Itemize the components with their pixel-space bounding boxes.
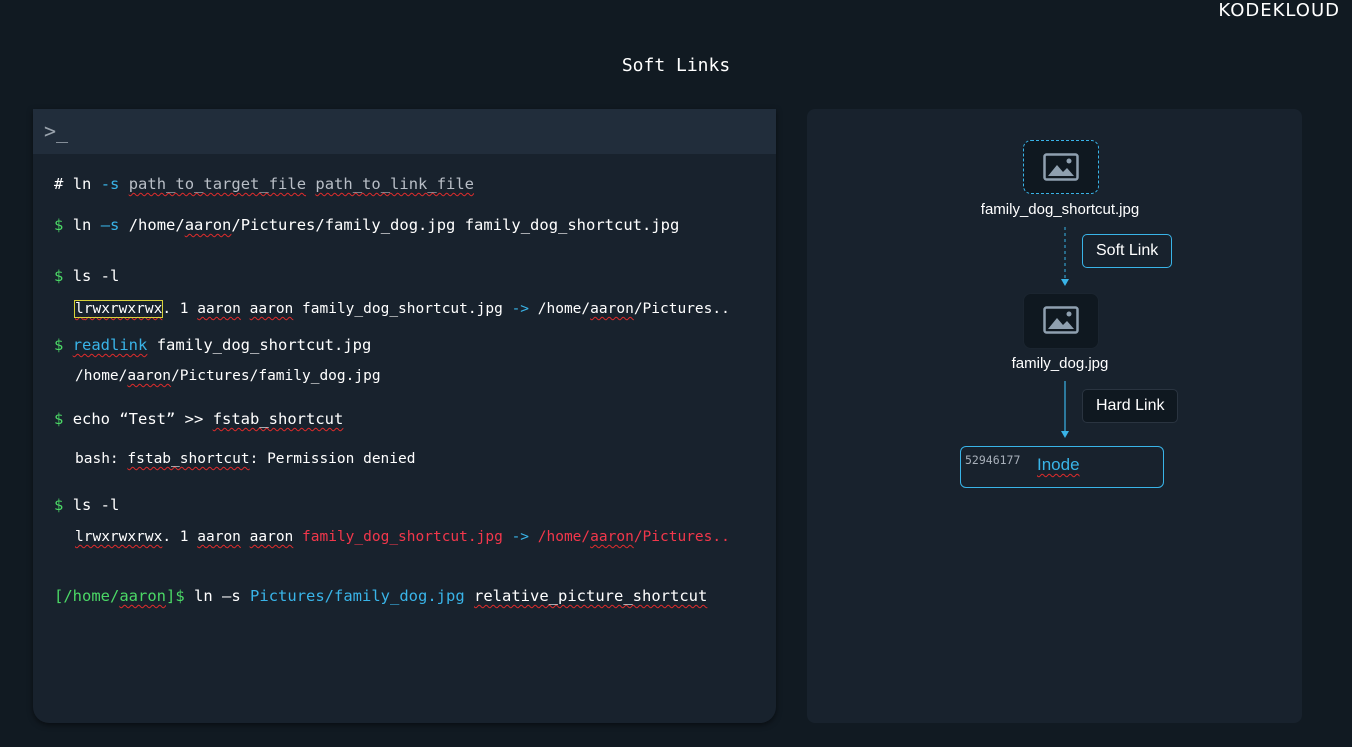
hard-link-tag: Hard Link bbox=[1082, 389, 1179, 423]
soft-link-arrow bbox=[1061, 227, 1069, 286]
terminal-panel: >_ # ln -s path_to_target_file path_to_l… bbox=[33, 109, 776, 723]
terminal-prompt-icon: >_ bbox=[44, 119, 69, 143]
image-icon bbox=[1043, 306, 1079, 334]
inode-number: 52946177 bbox=[965, 453, 1021, 467]
terminal-line-ln-command: $ ln –s /home/aaron/Pictures/family_dog.… bbox=[54, 216, 680, 234]
target-file-label: family_dog.jpg bbox=[1011, 355, 1109, 372]
inode-box: 52946177 Inode bbox=[960, 446, 1164, 488]
terminal-line-syntax: # ln -s path_to_target_file path_to_link… bbox=[54, 175, 475, 193]
page-title: Soft Links bbox=[621, 55, 731, 76]
terminal-line-readlink-output: /home/aaron/Pictures/family_dog.jpg bbox=[75, 368, 381, 384]
shortcut-file-label: family_dog_shortcut.jpg bbox=[980, 201, 1140, 218]
terminal-line-ls-command-2: $ ls -l bbox=[54, 496, 120, 514]
kodekloud-logo: KODEKLOUD bbox=[1218, 0, 1340, 21]
target-file-icon bbox=[1023, 293, 1099, 349]
image-icon bbox=[1043, 153, 1079, 181]
inode-label: Inode bbox=[1037, 455, 1080, 474]
terminal-line-ls-output-broken: lrwxrwxrwx. 1 aaron aaron family_dog_sho… bbox=[75, 529, 730, 545]
terminal-line-echo-command: $ echo “Test” >> fstab_shortcut bbox=[54, 410, 344, 428]
terminal-line-ls-output: lrwxrwxrwx. 1 aaron aaron family_dog_sho… bbox=[73, 300, 730, 318]
hard-link-arrow bbox=[1061, 381, 1069, 438]
soft-link-tag: Soft Link bbox=[1082, 234, 1173, 268]
terminal-header: >_ bbox=[33, 109, 776, 154]
shortcut-file-icon bbox=[1023, 140, 1099, 194]
link-diagram-panel: family_dog_shortcut.jpg Soft Link family… bbox=[807, 109, 1302, 723]
terminal-line-readlink-command: $ readlink family_dog_shortcut.jpg bbox=[54, 336, 372, 354]
terminal-line-relative-link: [/home/aaron]$ ln –s Pictures/family_dog… bbox=[54, 587, 708, 605]
terminal-line-permission-denied: bash: fstab_shortcut: Permission denied bbox=[75, 451, 416, 467]
terminal-line-ls-command: $ ls -l bbox=[54, 267, 120, 285]
